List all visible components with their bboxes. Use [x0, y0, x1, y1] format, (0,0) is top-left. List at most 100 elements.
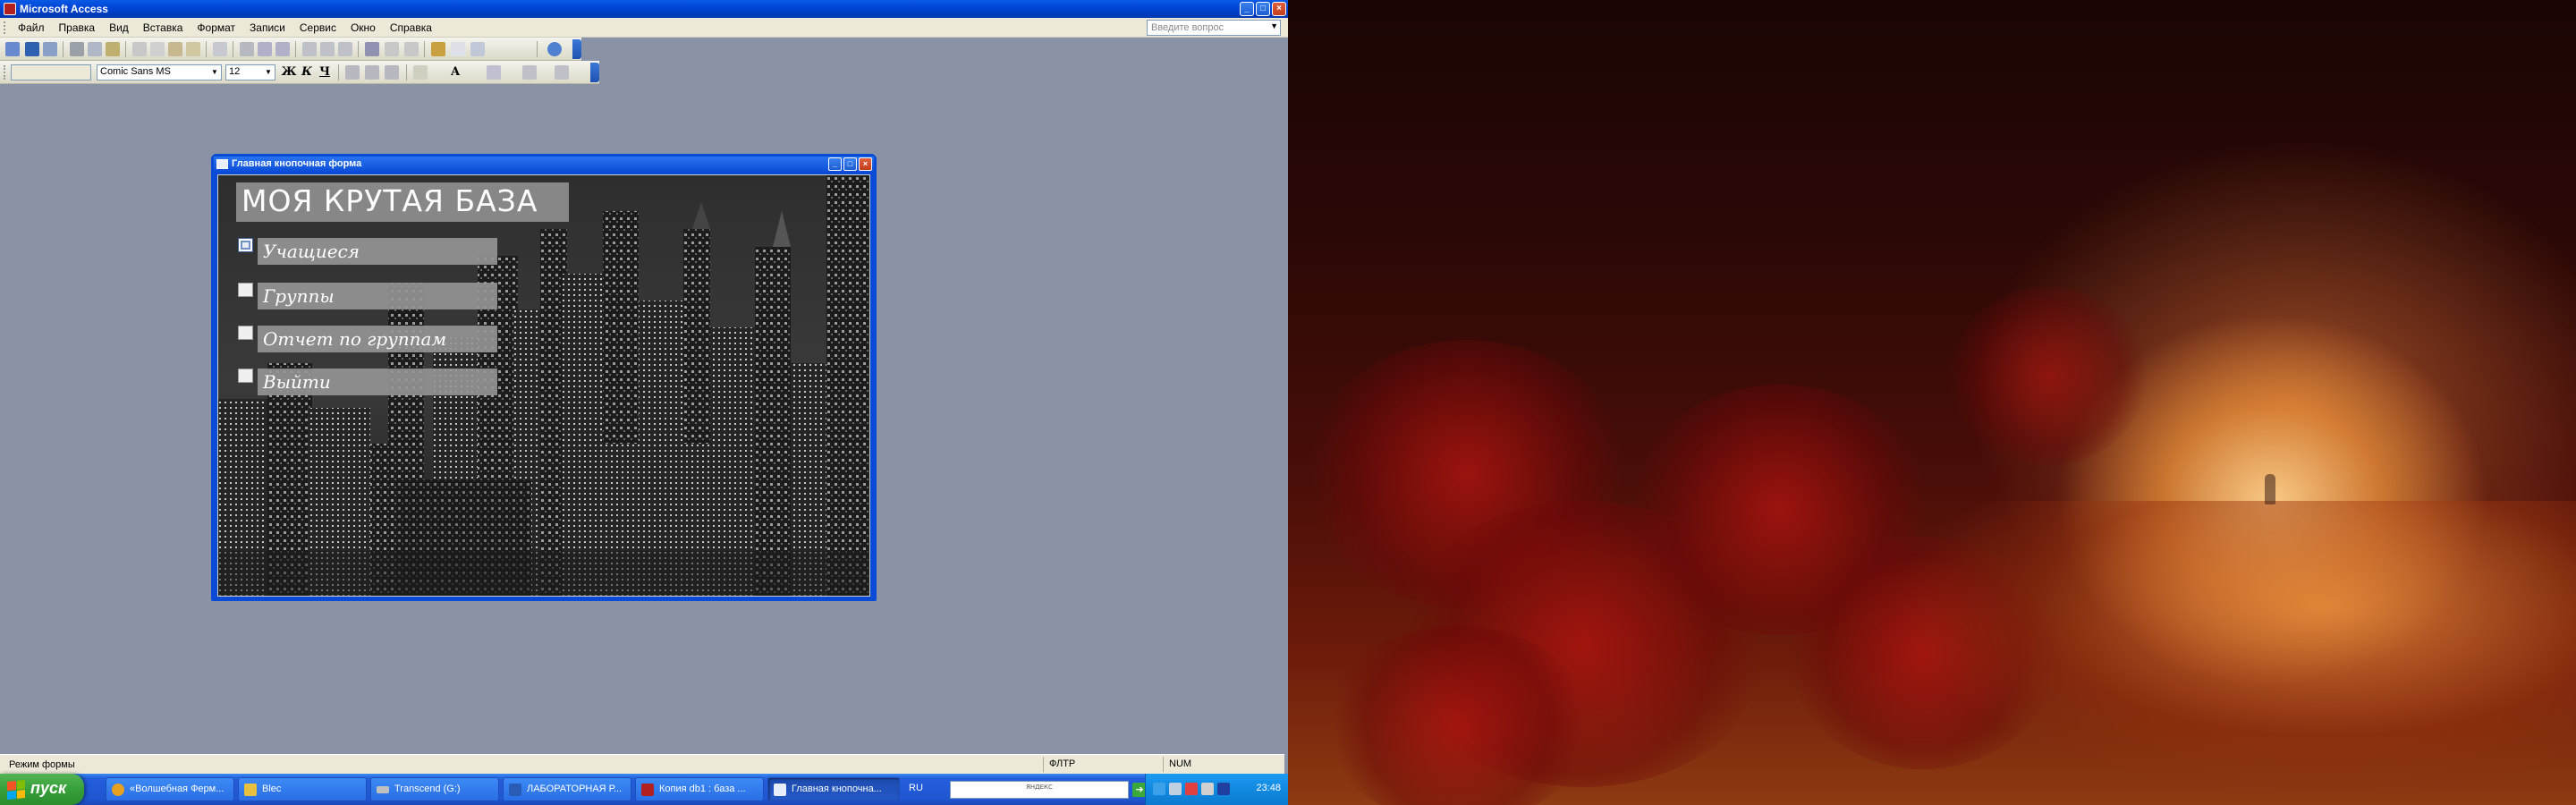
sort-ascending-icon[interactable] [258, 42, 272, 56]
antivirus-icon[interactable] [1185, 783, 1198, 795]
switchboard-label-students[interactable]: Учащиеся [258, 238, 497, 265]
view-icon[interactable] [5, 42, 20, 56]
app-tray-icon[interactable] [1217, 783, 1230, 795]
form-maximize-button[interactable]: □ [843, 157, 857, 171]
new-object-icon[interactable] [470, 42, 485, 56]
fill-color-icon[interactable] [413, 65, 428, 80]
paste-icon[interactable] [168, 42, 182, 56]
line-color-icon[interactable] [487, 65, 501, 80]
form-window-title: Главная кнопочная форма [232, 158, 362, 169]
switchboard-button-students[interactable] [238, 238, 253, 252]
font-size-combo[interactable]: 12 ▼ [225, 64, 275, 80]
line-width-icon[interactable] [522, 65, 537, 80]
menu-view[interactable]: Вид [102, 21, 136, 34]
computer-icon[interactable] [1169, 783, 1182, 795]
task-button-folder[interactable]: Blec [238, 777, 367, 801]
menu-grip[interactable] [4, 21, 7, 34]
properties-icon[interactable] [431, 42, 445, 56]
toolbar-options-button[interactable] [572, 39, 581, 59]
volume-icon[interactable] [1201, 783, 1214, 795]
underline-button[interactable]: Ч [317, 65, 333, 80]
cut-icon[interactable] [132, 42, 147, 56]
font-name-combo[interactable]: Comic Sans MS ▼ [97, 64, 222, 80]
database-title: МОЯ КРУТАЯ БАЗА [236, 182, 569, 222]
undo-icon[interactable] [213, 42, 227, 56]
filter-by-form-icon[interactable] [320, 42, 335, 56]
align-center-icon[interactable] [365, 65, 379, 80]
menu-format[interactable]: Формат [190, 21, 242, 34]
form-minimize-button[interactable]: _ [828, 157, 842, 171]
font-color-button[interactable]: A [447, 65, 463, 80]
folder-icon [244, 784, 257, 796]
save-icon[interactable] [25, 42, 39, 56]
align-right-icon[interactable] [385, 65, 399, 80]
help-search-input[interactable]: Введите вопрос ▼ [1147, 20, 1281, 36]
minimize-button[interactable]: _ [1240, 2, 1254, 16]
task-button-database[interactable]: Копия db1 : база ... [635, 777, 764, 801]
font-size-value: 12 [229, 66, 241, 77]
menu-edit[interactable]: Правка [52, 21, 103, 34]
switchboard-button-exit[interactable] [238, 369, 253, 383]
special-effect-icon[interactable] [555, 65, 569, 80]
task-button-switchboard[interactable]: Главная кнопочна... [767, 777, 900, 801]
status-num: NUM [1163, 757, 1234, 772]
access-key-icon [4, 3, 16, 15]
close-button[interactable]: × [1272, 2, 1286, 16]
taskbar: пуск «Волшебная Ферм... Blec Transcend (… [0, 774, 1288, 805]
format-painter-icon[interactable] [186, 42, 200, 56]
menu-file[interactable]: Файл [11, 21, 52, 34]
align-left-icon[interactable] [345, 65, 360, 80]
find-icon[interactable] [365, 42, 379, 56]
language-indicator[interactable]: RU [909, 783, 923, 793]
standard-toolbar [0, 38, 581, 61]
task-button-firefox[interactable]: «Волшебная Ферм... [106, 777, 234, 801]
delete-record-icon[interactable] [404, 42, 419, 56]
switchboard-button-groups[interactable] [238, 283, 253, 297]
app-titlebar[interactable]: Microsoft Access _ □ × [0, 0, 1288, 18]
database-window-icon[interactable] [451, 42, 465, 56]
copy-icon[interactable] [150, 42, 165, 56]
new-record-icon[interactable] [385, 42, 399, 56]
switchboard-label-report[interactable]: Отчет по группам [258, 326, 497, 352]
bold-button[interactable]: Ж [281, 65, 297, 80]
font-name-value: Comic Sans MS [100, 66, 171, 77]
toolbar-options-button[interactable] [590, 63, 599, 82]
forest-path [1699, 501, 2576, 805]
yandex-search-input[interactable]: ЯНДЕКС [950, 781, 1129, 799]
menu-window[interactable]: Окно [343, 21, 383, 34]
task-button-drive[interactable]: Transcend (G:) [370, 777, 499, 801]
object-combo[interactable] [11, 64, 91, 80]
sort-descending-icon[interactable] [275, 42, 290, 56]
menu-help[interactable]: Справка [383, 21, 439, 34]
start-button[interactable]: пуск [0, 774, 84, 805]
task-button-word[interactable]: ЛАБОРАТОРНАЯ Р... [503, 777, 631, 801]
menu-tools[interactable]: Сервис [292, 21, 343, 34]
print-icon[interactable] [70, 42, 84, 56]
switchboard-label-groups[interactable]: Группы [258, 283, 497, 309]
preview-icon[interactable] [88, 42, 102, 56]
spelling-icon[interactable] [106, 42, 120, 56]
form-icon [216, 159, 228, 169]
menu-records[interactable]: Записи [242, 21, 292, 34]
form-close-button[interactable]: × [859, 157, 872, 171]
apply-filter-icon[interactable] [338, 42, 352, 56]
italic-button[interactable]: К [299, 65, 315, 80]
help-icon[interactable] [547, 42, 562, 56]
filter-by-selection-icon[interactable] [302, 42, 317, 56]
database-icon [641, 784, 654, 796]
chevron-down-icon[interactable]: ▼ [209, 66, 220, 79]
switchboard-form-window: Главная кнопочная форма _ □ × МОЯ КРУТАЯ… [211, 154, 877, 601]
clock: 23:48 [1256, 783, 1281, 793]
maximize-button[interactable]: □ [1256, 2, 1270, 16]
insert-hyperlink-icon[interactable] [240, 42, 254, 56]
network-icon[interactable] [1153, 783, 1165, 795]
switchboard-button-report[interactable] [238, 326, 253, 340]
search-icon[interactable] [43, 42, 57, 56]
form-body: МОЯ КРУТАЯ БАЗА Учащиеся Группы Отчет по… [217, 174, 870, 597]
form-titlebar[interactable]: Главная кнопочная форма _ □ × [214, 157, 874, 173]
yandex-logo: ЯНДЕКС [1026, 784, 1053, 791]
chevron-down-icon[interactable]: ▼ [263, 66, 274, 79]
switchboard-label-exit[interactable]: Выйти [258, 369, 497, 395]
menu-insert[interactable]: Вставка [136, 21, 191, 34]
chevron-down-icon[interactable]: ▼ [1270, 21, 1278, 30]
